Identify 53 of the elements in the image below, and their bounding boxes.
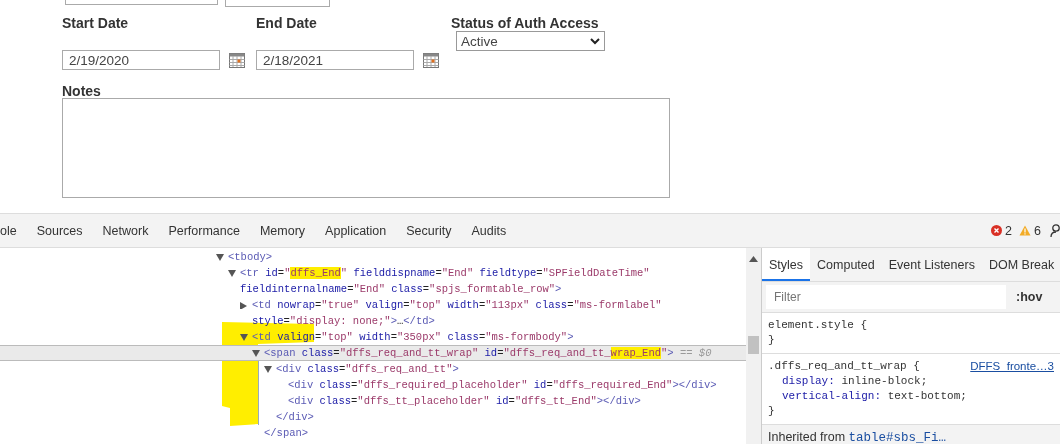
devtools-tab[interactable]: Sources bbox=[26, 214, 93, 247]
status-dropdown[interactable]: Active bbox=[456, 31, 605, 51]
field-label: Start Date bbox=[62, 15, 129, 31]
collapsed-arrow-icon[interactable] bbox=[240, 302, 248, 309]
error-icon bbox=[991, 225, 1003, 236]
closing-tag: </span> bbox=[264, 425, 746, 441]
person-icon[interactable] bbox=[1050, 223, 1060, 238]
expanded-arrow-icon[interactable] bbox=[264, 366, 272, 373]
sidebar-tab[interactable]: Computed bbox=[810, 248, 882, 281]
source-link[interactable]: DFFS_fronte…3 bbox=[970, 359, 1054, 374]
date-field[interactable]: 2/19/2020 bbox=[62, 50, 220, 70]
dom-node[interactable]: <tr id="dffs_End" fielddispname="End" fieldtype="SPFieldDateTime" fieldinternalname="End" class="spjs_formtable_row"> bbox=[240, 265, 746, 297]
filter-field[interactable]: Filter bbox=[766, 285, 1006, 309]
inherited-label: Inherited from bbox=[768, 430, 846, 444]
sidebar-tab[interactable]: DOM Break bbox=[981, 248, 1060, 281]
devtools-tab[interactable]: Application bbox=[315, 214, 397, 247]
devtools-tab[interactable]: Audits bbox=[461, 214, 517, 247]
expanded-arrow-icon[interactable] bbox=[228, 270, 236, 277]
calendar-icon[interactable] bbox=[229, 53, 245, 68]
chevron-down-icon bbox=[590, 37, 600, 45]
devtools-tab[interactable]: Security bbox=[396, 214, 462, 247]
closing-brace: } bbox=[768, 333, 776, 348]
expanded-arrow-icon[interactable] bbox=[252, 350, 260, 357]
dom-node[interactable]: <div class="dffs_required_placeholder" id="dffs_required_End"></div> bbox=[288, 377, 746, 393]
warning-count[interactable]: 6 bbox=[1034, 223, 1041, 238]
closing-brace: } bbox=[768, 404, 776, 419]
devtools-tab[interactable]: ole bbox=[0, 214, 27, 247]
date-field[interactable]: 2/18/2021 bbox=[256, 50, 414, 70]
scrollbar-thumb[interactable] bbox=[748, 336, 759, 354]
error-count[interactable]: 2 bbox=[1005, 223, 1013, 238]
field-label: Notes bbox=[62, 83, 101, 99]
css-selector: element.style { bbox=[768, 318, 868, 333]
calendar-icon[interactable] bbox=[423, 53, 439, 68]
expanded-arrow-icon[interactable] bbox=[216, 254, 224, 261]
field-label: Status of Auth Access bbox=[451, 15, 599, 31]
devtools-tab[interactable]: Network bbox=[92, 214, 159, 247]
scroll-up-icon[interactable] bbox=[749, 256, 758, 262]
sidebar-tab[interactable]: Styles bbox=[762, 248, 811, 281]
devtools-tab[interactable]: Performance bbox=[158, 214, 250, 247]
field-label: End Date bbox=[256, 15, 317, 31]
css-selector: .dffs_req_and_tt_wrap { bbox=[768, 359, 920, 374]
closing-tag: </div> bbox=[276, 409, 746, 425]
dom-node[interactable]: <div class="dffs_req_and_tt"> bbox=[276, 361, 746, 377]
css-property: display: inline-block; bbox=[781, 374, 929, 389]
devtools-tab[interactable]: Memory bbox=[249, 214, 316, 247]
inherited-link[interactable]: table#sbs_Fi… bbox=[848, 431, 947, 444]
hov-button[interactable]: :hov bbox=[1016, 290, 1043, 304]
dom-node[interactable]: <div class="dffs_tt_placeholder" id="dffs_tt_End"></div> bbox=[288, 393, 746, 409]
dom-node[interactable]: <tbody> bbox=[228, 249, 746, 265]
warning-icon bbox=[1019, 225, 1032, 236]
sidebar-tab[interactable]: Event Listeners bbox=[881, 248, 982, 281]
expanded-arrow-icon[interactable] bbox=[240, 334, 248, 341]
css-property: vertical-align: text-bottom; bbox=[781, 389, 968, 404]
